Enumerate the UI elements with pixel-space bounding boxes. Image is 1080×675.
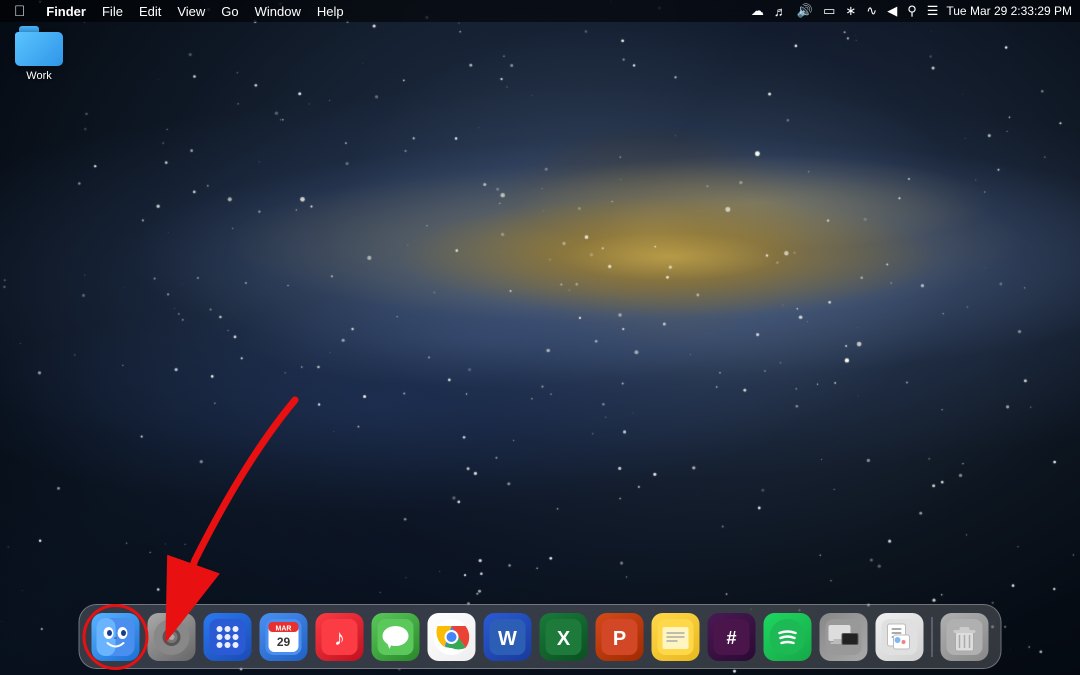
wifi-icon[interactable]: ∿ bbox=[864, 3, 879, 19]
dock-item-spotify[interactable] bbox=[762, 611, 814, 663]
desktop:  Finder File Edit View Go Window Help ☁… bbox=[0, 0, 1080, 675]
svg-text:P: P bbox=[613, 628, 626, 650]
desktop-folder-work[interactable]: Work bbox=[4, 22, 74, 86]
powerpoint-icon: P bbox=[596, 613, 644, 661]
spotify-icon bbox=[764, 613, 812, 661]
launchpad-icon bbox=[204, 613, 252, 661]
dock-item-mail[interactable]: MAR 29 bbox=[258, 611, 310, 663]
messages-icon bbox=[372, 613, 420, 661]
notification-icon[interactable]: ☰ bbox=[925, 3, 941, 19]
svg-text:MAR: MAR bbox=[276, 626, 292, 633]
search-icon[interactable]: ⚲ bbox=[905, 3, 919, 19]
bluetooth-icon[interactable]: ∗ bbox=[843, 3, 858, 19]
dock-item-notes[interactable] bbox=[650, 611, 702, 663]
dock-item-system-preferences[interactable] bbox=[146, 611, 198, 663]
menubar-view[interactable]: View bbox=[170, 3, 212, 20]
dropbox-icon[interactable]: ☁ bbox=[749, 3, 766, 19]
dock-item-trash[interactable] bbox=[939, 611, 991, 663]
menubar-right: ☁ ♬ 🔊 ▭ ∗ ∿ ◀ ⚲ ☰ Tue Mar 29 2:33:29 PM bbox=[749, 3, 1072, 19]
menubar-go[interactable]: Go bbox=[214, 3, 245, 20]
dock-item-powerpoint[interactable]: P bbox=[594, 611, 646, 663]
dock-item-launchpad[interactable] bbox=[202, 611, 254, 663]
dock-item-preview[interactable] bbox=[874, 611, 926, 663]
dock-item-slack[interactable]: # bbox=[706, 611, 758, 663]
menubar:  Finder File Edit View Go Window Help ☁… bbox=[0, 0, 1080, 22]
dock-item-excel[interactable]: X bbox=[538, 611, 590, 663]
trash-icon bbox=[941, 613, 989, 661]
folder-body bbox=[15, 32, 63, 66]
galaxy-background bbox=[0, 0, 1080, 675]
menubar-file[interactable]: File bbox=[95, 3, 130, 20]
dock-separator bbox=[932, 617, 933, 657]
word-icon: W bbox=[484, 613, 532, 661]
menubar-window[interactable]: Window bbox=[248, 3, 308, 20]
menubar-left:  Finder File Edit View Go Window Help bbox=[8, 3, 351, 20]
apple-menu[interactable]:  bbox=[8, 3, 31, 20]
menubar-help[interactable]: Help bbox=[310, 3, 351, 20]
folder-label: Work bbox=[26, 70, 51, 82]
clock: Tue Mar 29 2:33:29 PM bbox=[946, 4, 1072, 18]
photos-icon bbox=[820, 613, 868, 661]
battery-icon[interactable]: ▭ bbox=[821, 3, 837, 19]
folder-icon bbox=[15, 26, 63, 66]
svg-text:#: # bbox=[726, 628, 736, 648]
slack-icon: # bbox=[708, 613, 756, 661]
system-preferences-icon bbox=[148, 613, 196, 661]
dock: MAR 29 ♪ bbox=[79, 604, 1002, 669]
dock-item-photos[interactable] bbox=[818, 611, 870, 663]
svg-text:29: 29 bbox=[277, 635, 291, 649]
volume-icon[interactable]: 🔊 bbox=[795, 3, 815, 19]
menubar-edit[interactable]: Edit bbox=[132, 3, 168, 20]
finder-icon bbox=[92, 613, 140, 661]
dock-item-finder-wrapper bbox=[90, 611, 142, 663]
dock-item-messages[interactable] bbox=[370, 611, 422, 663]
music-icon: ♪ bbox=[316, 613, 364, 661]
dock-item-word[interactable]: W bbox=[482, 611, 534, 663]
time-machine-icon[interactable]: ◀ bbox=[885, 3, 899, 19]
preview-icon bbox=[876, 613, 924, 661]
notes-icon bbox=[652, 613, 700, 661]
menubar-app-name[interactable]: Finder bbox=[39, 3, 93, 20]
galaxy-dust bbox=[0, 0, 1080, 675]
mail-icon: MAR 29 bbox=[260, 613, 308, 661]
dock-item-music[interactable]: ♪ bbox=[314, 611, 366, 663]
svg-text:X: X bbox=[557, 628, 571, 650]
audio-icon[interactable]: ♬ bbox=[772, 4, 789, 19]
dock-item-finder[interactable] bbox=[90, 611, 142, 663]
svg-text:W: W bbox=[498, 628, 517, 650]
svg-text:♪: ♪ bbox=[334, 625, 345, 650]
dock-item-chrome[interactable] bbox=[426, 611, 478, 663]
chrome-icon bbox=[428, 613, 476, 661]
excel-icon: X bbox=[540, 613, 588, 661]
